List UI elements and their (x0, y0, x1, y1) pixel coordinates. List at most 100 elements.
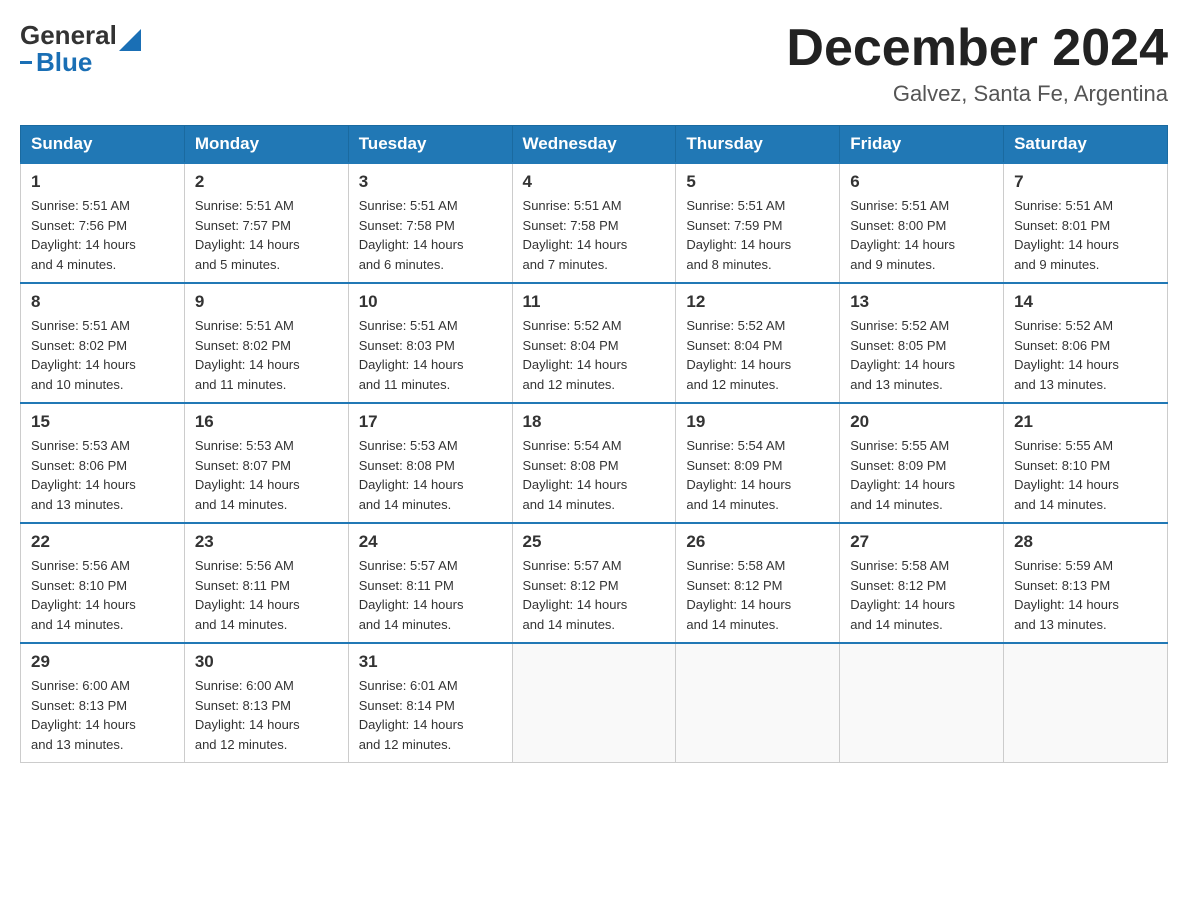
day-number: 14 (1014, 292, 1157, 312)
calendar-cell: 27Sunrise: 5:58 AMSunset: 8:12 PMDayligh… (840, 523, 1004, 643)
day-number: 13 (850, 292, 993, 312)
calendar-cell (840, 643, 1004, 763)
day-number: 18 (523, 412, 666, 432)
day-info: Sunrise: 5:53 AMSunset: 8:06 PMDaylight:… (31, 436, 174, 514)
day-number: 23 (195, 532, 338, 552)
calendar-cell: 3 Sunrise: 5:51 AMSunset: 7:58 PMDaylight… (348, 163, 512, 283)
header-sunday: Sunday (21, 126, 185, 164)
day-info: Sunrise: 5:52 AMSunset: 8:05 PMDaylight:… (850, 316, 993, 394)
calendar-cell: 28 Sunrise: 5:59 AMSunset: 8:13 PMDayligh… (1004, 523, 1168, 643)
header-monday: Monday (184, 126, 348, 164)
day-number: 9 (195, 292, 338, 312)
day-number: 17 (359, 412, 502, 432)
header-thursday: Thursday (676, 126, 840, 164)
calendar-cell: 9 Sunrise: 5:51 AMSunset: 8:02 PMDaylight… (184, 283, 348, 403)
header-wednesday: Wednesday (512, 126, 676, 164)
day-info: Sunrise: 5:52 AMSunset: 8:06 PMDaylight:… (1014, 316, 1157, 394)
calendar-cell: 1Sunrise: 5:51 AMSunset: 7:56 PMDaylight… (21, 163, 185, 283)
month-title: December 2024 (786, 20, 1168, 77)
day-info: Sunrise: 5:51 AMSunset: 8:03 PMDaylight:… (359, 316, 502, 394)
day-number: 2 (195, 172, 338, 192)
calendar-cell: 15 Sunrise: 5:53 AMSunset: 8:06 PMDayligh… (21, 403, 185, 523)
calendar-cell: 20 Sunrise: 5:55 AMSunset: 8:09 PMDayligh… (840, 403, 1004, 523)
calendar-week-row: 22 Sunrise: 5:56 AMSunset: 8:10 PMDayligh… (21, 523, 1168, 643)
calendar-week-row: 29 Sunrise: 6:00 AMSunset: 8:13 PMDayligh… (21, 643, 1168, 763)
calendar-cell: 31 Sunrise: 6:01 AMSunset: 8:14 PMDayligh… (348, 643, 512, 763)
calendar-cell: 8Sunrise: 5:51 AMSunset: 8:02 PMDaylight… (21, 283, 185, 403)
day-number: 7 (1014, 172, 1157, 192)
title-block: December 2024 Galvez, Santa Fe, Argentin… (786, 20, 1168, 107)
day-info: Sunrise: 5:55 AMSunset: 8:10 PMDaylight:… (1014, 436, 1157, 514)
calendar-cell: 18 Sunrise: 5:54 AMSunset: 8:08 PMDayligh… (512, 403, 676, 523)
day-number: 4 (523, 172, 666, 192)
page-header: General Blue December 2024 Galvez, Santa… (20, 20, 1168, 107)
day-number: 31 (359, 652, 502, 672)
day-info: Sunrise: 5:51 AMSunset: 8:01 PMDaylight:… (1014, 196, 1157, 274)
day-info: Sunrise: 6:01 AMSunset: 8:14 PMDaylight:… (359, 676, 502, 754)
day-info: Sunrise: 5:57 AMSunset: 8:12 PMDaylight:… (523, 556, 666, 634)
day-number: 3 (359, 172, 502, 192)
day-info: Sunrise: 5:51 AMSunset: 7:58 PMDaylight:… (359, 196, 502, 274)
calendar-cell: 13 Sunrise: 5:52 AMSunset: 8:05 PMDayligh… (840, 283, 1004, 403)
day-info: Sunrise: 5:51 AMSunset: 7:59 PMDaylight:… (686, 196, 829, 274)
logo-blue-text: Blue (36, 47, 92, 78)
calendar-cell: 19 Sunrise: 5:54 AMSunset: 8:09 PMDayligh… (676, 403, 840, 523)
calendar-cell (512, 643, 676, 763)
calendar-cell: 7 Sunrise: 5:51 AMSunset: 8:01 PMDaylight… (1004, 163, 1168, 283)
day-info: Sunrise: 5:55 AMSunset: 8:09 PMDaylight:… (850, 436, 993, 514)
logo: General Blue (20, 20, 141, 78)
day-info: Sunrise: 5:58 AMSunset: 8:12 PMDaylight:… (850, 556, 993, 634)
day-info: Sunrise: 5:56 AMSunset: 8:10 PMDaylight:… (31, 556, 174, 634)
calendar-cell: 23Sunrise: 5:56 AMSunset: 8:11 PMDayligh… (184, 523, 348, 643)
day-number: 6 (850, 172, 993, 192)
day-number: 16 (195, 412, 338, 432)
calendar-cell: 11 Sunrise: 5:52 AMSunset: 8:04 PMDayligh… (512, 283, 676, 403)
calendar-week-row: 8Sunrise: 5:51 AMSunset: 8:02 PMDaylight… (21, 283, 1168, 403)
calendar-cell: 14 Sunrise: 5:52 AMSunset: 8:06 PMDayligh… (1004, 283, 1168, 403)
day-number: 25 (523, 532, 666, 552)
calendar-cell: 25 Sunrise: 5:57 AMSunset: 8:12 PMDayligh… (512, 523, 676, 643)
calendar-cell: 4 Sunrise: 5:51 AMSunset: 7:58 PMDaylight… (512, 163, 676, 283)
header-friday: Friday (840, 126, 1004, 164)
day-info: Sunrise: 5:54 AMSunset: 8:09 PMDaylight:… (686, 436, 829, 514)
day-info: Sunrise: 5:51 AMSunset: 7:58 PMDaylight:… (523, 196, 666, 274)
day-number: 22 (31, 532, 174, 552)
calendar-cell: 22 Sunrise: 5:56 AMSunset: 8:10 PMDayligh… (21, 523, 185, 643)
calendar-cell: 12Sunrise: 5:52 AMSunset: 8:04 PMDayligh… (676, 283, 840, 403)
day-info: Sunrise: 5:52 AMSunset: 8:04 PMDaylight:… (523, 316, 666, 394)
day-info: Sunrise: 5:58 AMSunset: 8:12 PMDaylight:… (686, 556, 829, 634)
day-info: Sunrise: 5:51 AMSunset: 8:00 PMDaylight:… (850, 196, 993, 274)
calendar-cell: 29 Sunrise: 6:00 AMSunset: 8:13 PMDayligh… (21, 643, 185, 763)
calendar-cell: 2Sunrise: 5:51 AMSunset: 7:57 PMDaylight… (184, 163, 348, 283)
day-info: Sunrise: 5:51 AMSunset: 8:02 PMDaylight:… (31, 316, 174, 394)
calendar-cell: 21Sunrise: 5:55 AMSunset: 8:10 PMDayligh… (1004, 403, 1168, 523)
day-number: 11 (523, 292, 666, 312)
day-number: 24 (359, 532, 502, 552)
location-title: Galvez, Santa Fe, Argentina (786, 81, 1168, 107)
day-number: 19 (686, 412, 829, 432)
day-info: Sunrise: 5:59 AMSunset: 8:13 PMDaylight:… (1014, 556, 1157, 634)
day-number: 5 (686, 172, 829, 192)
calendar-cell: 17 Sunrise: 5:53 AMSunset: 8:08 PMDayligh… (348, 403, 512, 523)
day-number: 20 (850, 412, 993, 432)
calendar-cell: 6 Sunrise: 5:51 AMSunset: 8:00 PMDaylight… (840, 163, 1004, 283)
header-saturday: Saturday (1004, 126, 1168, 164)
day-info: Sunrise: 5:51 AMSunset: 8:02 PMDaylight:… (195, 316, 338, 394)
calendar-cell: 24 Sunrise: 5:57 AMSunset: 8:11 PMDayligh… (348, 523, 512, 643)
day-info: Sunrise: 5:53 AMSunset: 8:08 PMDaylight:… (359, 436, 502, 514)
day-number: 26 (686, 532, 829, 552)
calendar-cell: 26 Sunrise: 5:58 AMSunset: 8:12 PMDayligh… (676, 523, 840, 643)
day-info: Sunrise: 6:00 AMSunset: 8:13 PMDaylight:… (31, 676, 174, 754)
day-info: Sunrise: 5:54 AMSunset: 8:08 PMDaylight:… (523, 436, 666, 514)
day-number: 29 (31, 652, 174, 672)
calendar-cell (676, 643, 840, 763)
day-info: Sunrise: 6:00 AMSunset: 8:13 PMDaylight:… (195, 676, 338, 754)
day-number: 28 (1014, 532, 1157, 552)
day-info: Sunrise: 5:57 AMSunset: 8:11 PMDaylight:… (359, 556, 502, 634)
day-info: Sunrise: 5:52 AMSunset: 8:04 PMDaylight:… (686, 316, 829, 394)
day-number: 30 (195, 652, 338, 672)
calendar-week-row: 15 Sunrise: 5:53 AMSunset: 8:06 PMDayligh… (21, 403, 1168, 523)
day-number: 15 (31, 412, 174, 432)
day-info: Sunrise: 5:51 AMSunset: 7:56 PMDaylight:… (31, 196, 174, 274)
calendar-cell: 10Sunrise: 5:51 AMSunset: 8:03 PMDayligh… (348, 283, 512, 403)
